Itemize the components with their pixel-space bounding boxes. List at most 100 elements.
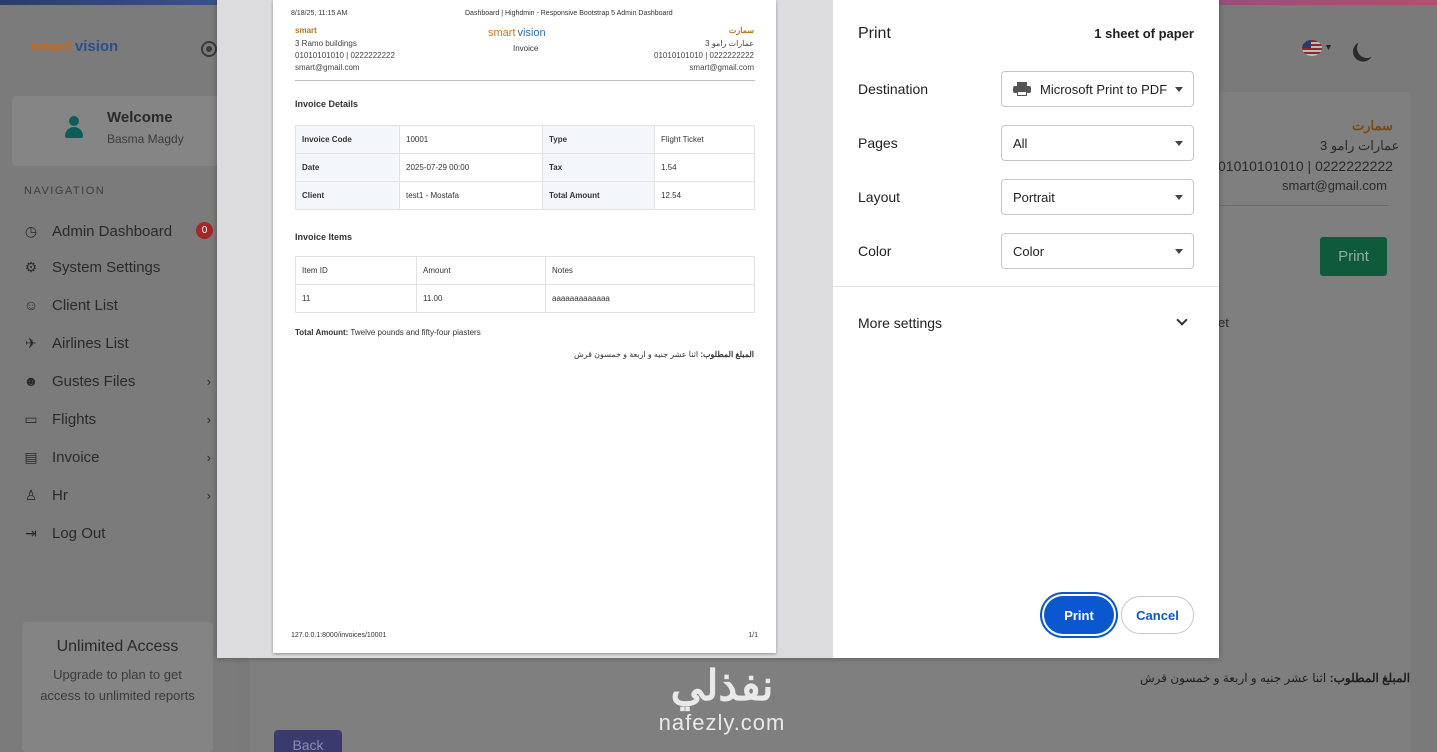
table-cell: 2025-07-29 00:00 [399, 153, 543, 182]
sidebar-item-log-out[interactable]: ⇥ Log Out [22, 522, 217, 544]
layout-select[interactable]: Portrait [1001, 179, 1194, 215]
sidebar-item-hr[interactable]: ♙ Hr › [22, 484, 217, 506]
caret-down-icon [1175, 195, 1183, 200]
table-cell: Flight Ticket [654, 125, 755, 154]
cancel-button[interactable]: Cancel [1121, 596, 1194, 634]
chevron-right-icon: › [206, 373, 211, 389]
app-logo[interactable]: smart vision [30, 38, 118, 55]
more-settings-toggle[interactable]: More settings [858, 315, 942, 331]
sidebar-item-airlines-list[interactable]: ✈ Airlines List [22, 332, 217, 354]
sidebar-item-label: System Settings [52, 258, 161, 276]
user-icon: ☺ [23, 297, 39, 313]
table-cell: Total Amount [542, 181, 655, 210]
person-icon: ♙ [24, 486, 38, 503]
company-address-ar: عمارات رامو 3 [1320, 138, 1400, 153]
upgrade-card: Unlimited Access Upgrade to plan to get … [22, 622, 213, 752]
upgrade-title: Unlimited Access [56, 638, 179, 655]
watermark: نفذلي nafezly.com [632, 664, 812, 736]
bottom-card [250, 652, 1410, 752]
sidebar-toggle-icon[interactable] [201, 41, 217, 57]
table-cell: test1 - Mostafa [399, 181, 543, 210]
ticket-icon: ▭ [24, 410, 38, 427]
preview-address-ar: عمارات رامو 3 [705, 39, 754, 48]
us-flag-icon[interactable] [1302, 40, 1322, 56]
back-button[interactable]: Back [274, 730, 342, 752]
preview-logo-prefix: smart [488, 27, 516, 39]
preview-invoice-label: Invoice [513, 44, 539, 53]
column-header: Amount [416, 256, 546, 285]
sidebar-item-client-list[interactable]: ☺ Client List [22, 294, 217, 316]
dashboard-icon: ◷ [24, 222, 38, 239]
chevron-right-icon: › [206, 411, 211, 427]
preview-email-right: smart@gmail.com [689, 63, 754, 72]
preview-address: 3 Ramo buildings [295, 39, 357, 48]
preview-email: smart@gmail.com [295, 63, 360, 72]
amount-due-ar: المبلغ المطلوب: اثنا عشر جنيه و اربعة و … [1140, 671, 1410, 685]
page-print-button[interactable]: Print [1320, 237, 1387, 276]
sidebar-item-invoice[interactable]: ▤ Invoice › [22, 446, 217, 468]
sidebar-item-admin-dashboard[interactable]: ◷ Admin Dashboard [22, 220, 217, 242]
sidebar-item-gustes-files[interactable]: ☻ Gustes Files › [22, 370, 217, 392]
color-select[interactable]: Color [1001, 233, 1194, 269]
avatar-icon [63, 116, 85, 138]
sidebar-item-label: Log Out [52, 524, 106, 542]
sidebar-item-system-settings[interactable]: ⚙ System Settings [22, 256, 217, 278]
user-name: Basma Magdy [107, 132, 184, 146]
sidebar-item-flights[interactable]: ▭ Flights › [22, 408, 217, 430]
preview-phone: 01010101010 | 0222222222 [295, 51, 395, 60]
preview-company-name-ar: سمارت [728, 26, 754, 35]
printer-icon [1013, 82, 1031, 96]
sidebar-item-label: Flights [52, 410, 97, 428]
upgrade-description: Upgrade to plan to get access to unlimit… [40, 667, 195, 703]
destination-value: Microsoft Print to PDF [1040, 81, 1168, 97]
color-value: Color [1013, 243, 1045, 259]
table-row: Invoice Code 10001 Type Flight Ticket [295, 125, 755, 154]
preview-items-title: Invoice Items [295, 232, 353, 242]
users-icon: ☻ [23, 373, 39, 389]
table-cell: Type [542, 125, 655, 154]
color-label: Color [858, 243, 892, 259]
invoice-details-table: Invoice Code 10001 Type Flight Ticket Da… [295, 125, 755, 210]
total-label: Total Amount: [295, 328, 349, 337]
chevron-right-icon: › [206, 449, 211, 465]
preview-date: 8/18/25, 11:15 AM [291, 10, 348, 17]
chevron-right-icon: › [206, 487, 211, 503]
destination-label: Destination [858, 81, 929, 97]
sheet-count: 1 sheet of paper [1094, 26, 1194, 41]
sidebar-item-label: Gustes Files [52, 372, 136, 390]
amount-due-label: المبلغ المطلوب: [1329, 671, 1411, 685]
divider [1218, 205, 1388, 206]
caret-down-icon [1175, 141, 1183, 146]
invoice-icon: ▤ [24, 448, 38, 465]
caret-down-icon: ▼ [1324, 42, 1333, 52]
logo-suffix: vision [74, 38, 119, 55]
chevron-down-icon[interactable] [1175, 314, 1189, 328]
preview-logo-suffix: vision [517, 27, 546, 39]
sidebar-item-label: Airlines List [52, 334, 129, 352]
sidebar-item-label: Admin Dashboard [52, 222, 173, 240]
table-row: 11 11.00 aaaaaaaaaaaaa [295, 284, 755, 313]
print-button[interactable]: Print [1044, 596, 1114, 634]
print-title: Print [858, 25, 891, 42]
company-phone: 01010101010 | 0222222222 [1218, 158, 1393, 174]
column-header: Item ID [295, 256, 417, 285]
table-header-row: Item ID Amount Notes [295, 256, 755, 285]
layout-value: Portrait [1013, 189, 1055, 205]
pages-select[interactable]: All [1001, 125, 1194, 161]
company-email: smart@gmail.com [1282, 178, 1387, 193]
print-settings-panel: Print 1 sheet of paper Destination Micro… [833, 0, 1219, 658]
table-cell: Tax [542, 153, 655, 182]
notification-badge: 0 [196, 222, 213, 239]
company-name-ar: سمارت [1352, 118, 1393, 133]
preview-total-amount: Total Amount: Twelve pounds and fifty-fo… [295, 328, 481, 337]
destination-select[interactable]: Microsoft Print to PDF [1001, 71, 1194, 107]
pages-value: All [1013, 135, 1028, 151]
column-header: Notes [545, 256, 755, 285]
sidebar-item-label: Client List [52, 296, 118, 314]
invoice-items-table: Item ID Amount Notes 11 11.00 aaaaaaaaaa… [295, 256, 755, 313]
watermark-arabic: نفذلي [670, 662, 774, 709]
preview-amount-due-ar: المبلغ المطلوب: اثنا عشر جنيه و اربعة و … [574, 350, 754, 359]
gear-icon: ⚙ [24, 258, 38, 275]
print-preview-pane: 8/18/25, 11:15 AM Dashboard | Highdmin -… [217, 0, 833, 658]
sidebar-item-label: Invoice [52, 448, 100, 466]
